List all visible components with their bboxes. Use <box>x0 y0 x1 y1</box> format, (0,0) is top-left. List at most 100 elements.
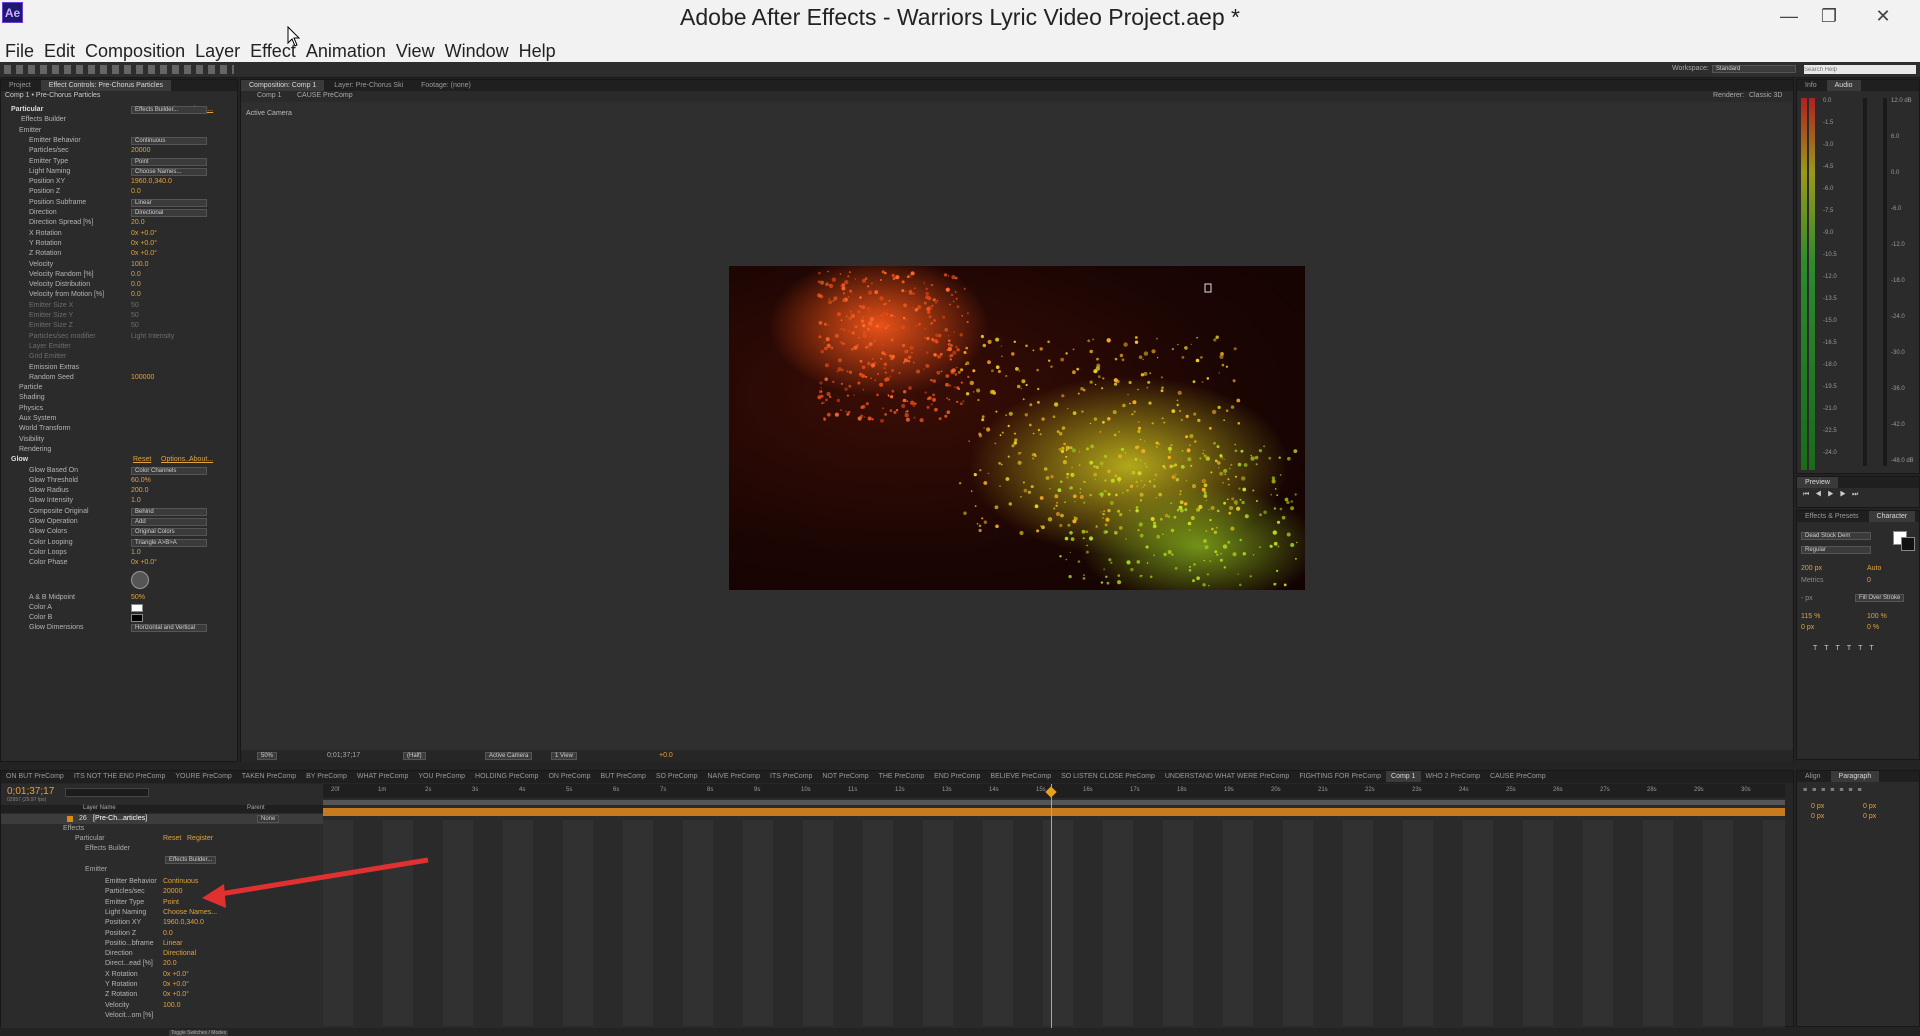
glow-prop-2-row[interactable]: Glow Radius 200.0 <box>1 486 237 496</box>
timeline-prop-row[interactable]: Position XY 1960.0,340.0 <box>1 918 323 928</box>
timeline-prop-value[interactable]: 0.0 <box>163 929 173 939</box>
zoom-dropdown[interactable]: 50% <box>257 752 278 760</box>
timeline-tab[interactable]: FIGHTING FOR PreComp <box>1294 771 1386 782</box>
viewer-timecode[interactable]: 0;01;37;17 <box>327 752 360 759</box>
particular-prop-8-row[interactable]: Direction Spread [%] 20.0 <box>1 218 237 228</box>
preview-controls[interactable]: ⏮◀▶▶⏭ <box>1803 491 1864 499</box>
baseline-shift-value[interactable]: 0 px <box>1801 624 1814 631</box>
glow-prop2-3-row[interactable]: Glow Dimensions Horizontal and Vertical <box>1 623 237 633</box>
particular-prop-3-button[interactable]: Choose Names... <box>131 167 207 176</box>
workspace-dropdown[interactable]: Standard <box>1712 65 1796 73</box>
space-after-value[interactable]: 0 px <box>1863 813 1876 820</box>
glow-prop2-1-row[interactable]: Color A <box>1 603 237 613</box>
particular-prop-21-row[interactable]: Grid Emitter <box>1 352 237 362</box>
font-size-value[interactable]: 200 px <box>1801 565 1822 572</box>
menu-composition[interactable]: Composition <box>80 34 190 62</box>
tsume-value[interactable]: 0 % <box>1867 624 1879 631</box>
tab-character[interactable]: Character <box>1868 511 1916 522</box>
timeline-graph[interactable]: 20f 1m 2s 3s 4s 5s 6s 7s 8s 9s 10s 11s 12s 13s 14s 15s 1… <box>323 784 1785 1028</box>
glow-prop2-2-row[interactable]: Color B <box>1 613 237 623</box>
timeline-prop-value[interactable]: 1960.0,340.0 <box>163 918 204 928</box>
font-family-dropdown[interactable]: Dead Stock Dem <box>1801 532 1871 540</box>
timeline-prop-value[interactable]: Directional <box>163 949 196 959</box>
timeline-tab[interactable]: BUT PreComp <box>595 771 650 782</box>
composition-frame[interactable] <box>729 266 1305 590</box>
tab-layer[interactable]: Layer: Pre-Chorus Ski <box>326 80 411 91</box>
particular-prop-8-value[interactable]: 20.0 <box>131 218 145 228</box>
timeline-tab[interactable]: NAIVE PreComp <box>702 771 765 782</box>
glow-prop2-3-dropdown[interactable]: Horizontal and Vertical <box>131 624 207 633</box>
leading-value[interactable]: Auto <box>1867 565 1881 572</box>
particular-prop-13-row[interactable]: Velocity Random [%] 0.0 <box>1 270 237 280</box>
color-phase-dial-icon[interactable] <box>131 570 149 589</box>
playhead-line[interactable] <box>1051 784 1052 1028</box>
timeline-prop-row[interactable]: Direct...ead [%] 20.0 <box>1 959 323 969</box>
stroke-color-swatch[interactable] <box>1901 537 1915 551</box>
glow-prop2-2-swatch[interactable] <box>131 614 143 623</box>
particular-prop-13-value[interactable]: 0.0 <box>131 270 141 280</box>
timeline-reset-link[interactable]: Reset <box>163 835 181 842</box>
particular-prop-15-row[interactable]: Velocity from Motion [%] 0.0 <box>1 290 237 300</box>
timeline-tab[interactable]: NOT PreComp <box>817 771 873 782</box>
work-area-bar[interactable] <box>323 800 1785 805</box>
timeline-tab[interactable]: CAUSE PreComp <box>1485 771 1551 782</box>
glow-prop-3-row[interactable]: Glow Intensity 1.0 <box>1 496 237 506</box>
timeline-tab[interactable]: BY PreComp <box>301 771 352 782</box>
timeline-tab[interactable]: SO LISTEN CLOSE PreComp <box>1056 771 1160 782</box>
toggle-switches-modes[interactable]: Toggle Switches / Modes <box>169 1030 229 1036</box>
particular-prop-11-row[interactable]: Z Rotation 0x +0.0° <box>1 249 237 259</box>
layer-name-header[interactable]: Layer Name <box>83 805 116 811</box>
menu-window[interactable]: Window <box>440 34 514 62</box>
timeline-search-input[interactable] <box>65 788 149 797</box>
particular-group[interactable]: Particular <box>75 835 105 842</box>
particular-prop-9-value[interactable]: 0x +0.0° <box>131 229 157 239</box>
timeline-prop-row[interactable]: Y Rotation 0x +0.0° <box>1 980 323 990</box>
glow-prop-1-value[interactable]: 60.0% <box>131 476 151 486</box>
particular-prop-4-row[interactable]: Position XY 1960.0,340.0 <box>1 177 237 187</box>
particular-prop-19-row[interactable]: Particles/sec modifier Light Intensity <box>1 332 237 342</box>
glow-prop-3-value[interactable]: 1.0 <box>131 496 141 506</box>
glow-prop2-0-row[interactable]: A & B Midpoint 50% <box>1 593 237 603</box>
timeline-prop-value[interactable]: 0x +0.0° <box>163 990 189 1000</box>
timeline-prop-value[interactable]: 20.0 <box>163 959 177 969</box>
glow-prop-4-row[interactable]: Composite Original Behind <box>1 507 237 517</box>
particular-prop-2-dropdown[interactable]: Point <box>131 157 207 166</box>
glow-prop-7-row[interactable]: Color Looping Triangle A>B>A <box>1 538 237 548</box>
glow-prop-1-row[interactable]: Glow Threshold 60.0% <box>1 476 237 486</box>
timeline-tab[interactable]: ITS NOT THE END PreComp <box>69 771 171 782</box>
timeline-tab[interactable]: WHO 2 PreComp <box>1421 771 1485 782</box>
particular-prop-20-row[interactable]: Layer Emitter <box>1 342 237 352</box>
glow-prop-8-value[interactable]: 1.0 <box>131 548 141 558</box>
timeline-tab[interactable]: YOURE PreComp <box>170 771 236 782</box>
menu-edit[interactable]: Edit <box>39 34 80 62</box>
tab-preview[interactable]: Preview <box>1797 477 1838 488</box>
timeline-prop-row[interactable]: Velocit...om [%] <box>1 1011 323 1021</box>
menu-view[interactable]: View <box>391 34 440 62</box>
timeline-tab[interactable]: SO PreComp <box>651 771 703 782</box>
layer-duration-bar[interactable] <box>323 808 1785 816</box>
camera-dropdown[interactable]: Active Camera <box>485 752 533 760</box>
stroke-width-value[interactable]: - px <box>1801 595 1813 602</box>
effects-builder-label[interactable]: Effects Builder <box>21 115 66 125</box>
layer-name[interactable]: [Pre-Ch...articles] <box>93 815 147 822</box>
glow-link-0[interactable]: Reset <box>133 455 151 465</box>
timeline-tab[interactable]: TAKEN PreComp <box>237 771 301 782</box>
glow-prop-7-dropdown[interactable]: Triangle A>B>A <box>131 538 207 547</box>
breadcrumb-cause[interactable]: CAUSE PreComp <box>297 92 353 99</box>
kerning-value[interactable]: Metrics <box>1801 577 1824 584</box>
glow-prop-4-dropdown[interactable]: Behind <box>131 507 207 516</box>
particular-prop-14-value[interactable]: 0.0 <box>131 280 141 290</box>
maximize-button[interactable]: ❐ <box>1806 0 1852 34</box>
timeline-tab[interactable]: END PreComp <box>929 771 985 782</box>
layer-parent-dropdown[interactable]: None <box>257 815 280 823</box>
particular-prop-2-row[interactable]: Emitter Type Point <box>1 157 237 167</box>
particular-prop-22-row[interactable]: Emission Extras <box>1 363 237 373</box>
timeline-prop-value[interactable]: 100.0 <box>163 1001 181 1011</box>
glow-link-2[interactable]: About... <box>189 455 213 465</box>
effects-builder-button[interactable]: Effects Builder... <box>131 106 207 115</box>
timeline-prop-row[interactable]: Z Rotation 0x +0.0° <box>1 990 323 1000</box>
tab-effect-controls[interactable]: Effect Controls: Pre-Chorus Particles <box>40 80 171 91</box>
indent-right-value[interactable]: 0 px <box>1863 803 1876 810</box>
glow-prop-0-row[interactable]: Glow Based On Color Channels <box>1 466 237 476</box>
particular-prop-9-row[interactable]: X Rotation 0x +0.0° <box>1 229 237 239</box>
